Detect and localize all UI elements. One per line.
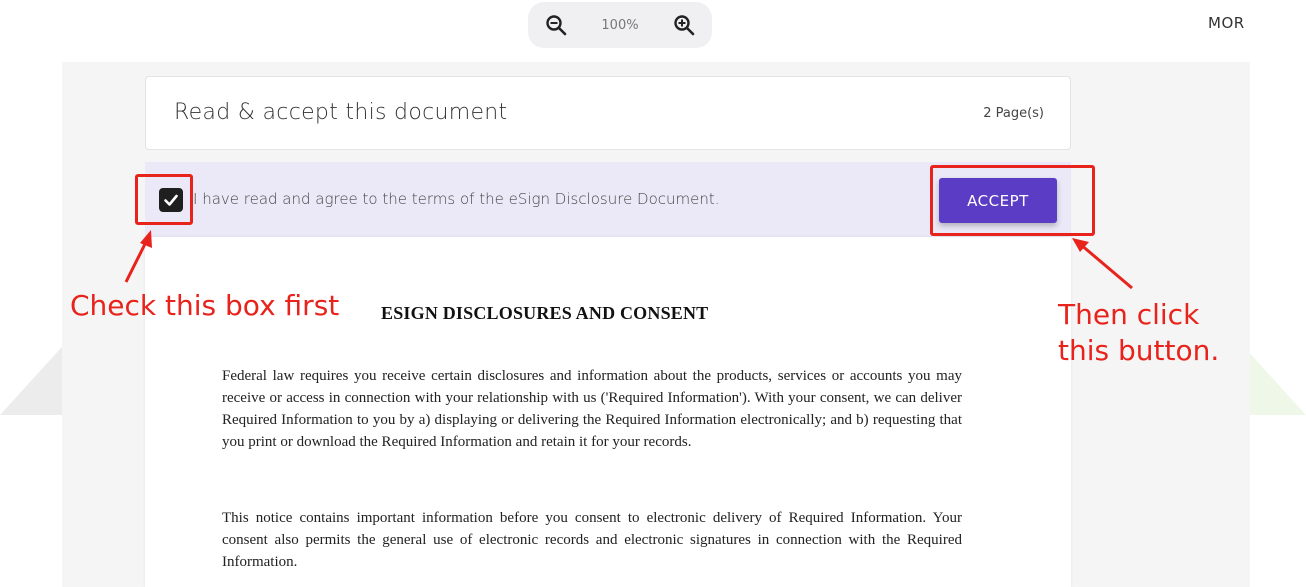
zoom-in-icon[interactable] bbox=[670, 11, 698, 39]
zoom-level: 100% bbox=[601, 17, 639, 33]
annotation-line: Then click bbox=[1058, 298, 1200, 331]
document-heading: ESIGN DISCLOSURES AND CONSENT bbox=[381, 303, 709, 323]
document-header: Read & accept this document 2 Page(s) bbox=[145, 76, 1071, 150]
document-title: Read & accept this document bbox=[174, 100, 508, 125]
document-paragraph: Federal law requires you receive certain… bbox=[222, 368, 962, 450]
annotation-check-first: Check this box first bbox=[70, 289, 340, 322]
annotation-then-click: Then click this button. bbox=[1058, 297, 1219, 369]
agreement-text: I have read and agree to the terms of th… bbox=[193, 190, 720, 208]
document-paragraph: This notice contains important informati… bbox=[222, 510, 962, 570]
zoom-out-icon[interactable] bbox=[542, 11, 570, 39]
zoom-toolbar: 100% bbox=[528, 2, 712, 48]
more-link[interactable]: MOR bbox=[1208, 14, 1245, 32]
checkbox-highlight-box bbox=[135, 174, 193, 225]
annotation-line: this button. bbox=[1058, 334, 1220, 367]
accept-highlight-box bbox=[930, 165, 1095, 236]
page-count: 2 Page(s) bbox=[983, 106, 1044, 121]
